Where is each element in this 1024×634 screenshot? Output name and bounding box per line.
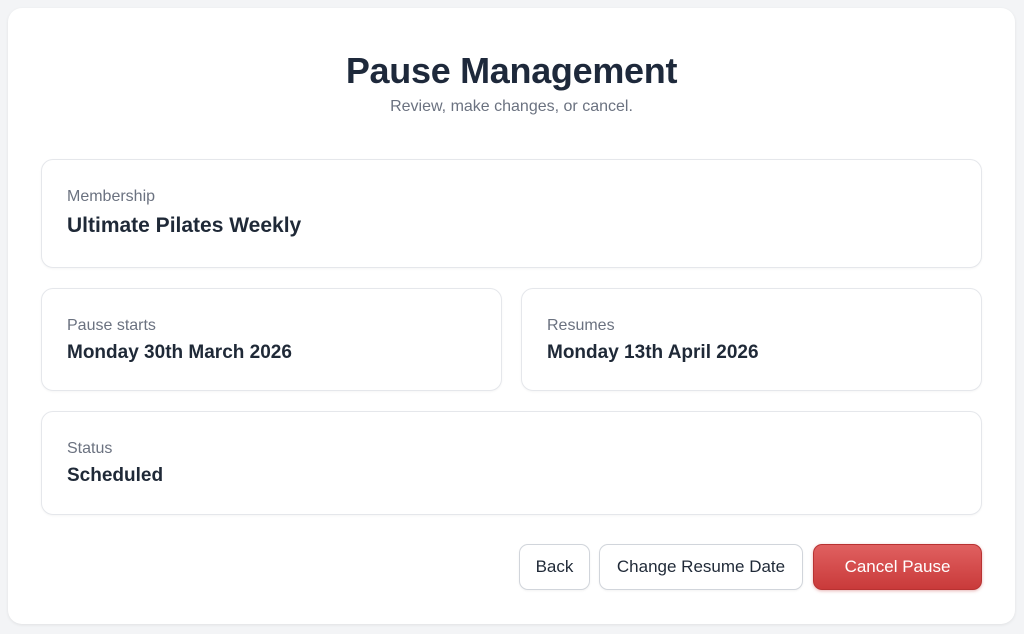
pause-management-card: Pause Management Review, make changes, o… bbox=[8, 8, 1015, 624]
resumes-label: Resumes bbox=[547, 317, 615, 334]
pause-start-panel: Pause starts Monday 30th March 2026 bbox=[41, 288, 502, 391]
resumes-panel: Resumes Monday 13th April 2026 bbox=[521, 288, 982, 391]
change-resume-date-button[interactable]: Change Resume Date bbox=[599, 544, 803, 590]
resumes-value: Monday 13th April 2026 bbox=[547, 342, 759, 363]
page-title: Pause Management bbox=[345, 50, 678, 91]
membership-label: Membership bbox=[67, 188, 156, 205]
status-value: Scheduled bbox=[67, 465, 164, 486]
membership-value: Ultimate Pilates Weekly bbox=[67, 214, 302, 237]
pause-start-label: Pause starts bbox=[67, 317, 156, 334]
cancel-pause-button[interactable]: Cancel Pause bbox=[813, 544, 982, 590]
status-label: Status bbox=[67, 440, 113, 457]
membership-panel: Membership Ultimate Pilates Weekly bbox=[41, 159, 982, 268]
back-button[interactable]: Back bbox=[519, 544, 590, 590]
status-panel: Status Scheduled bbox=[41, 411, 982, 515]
pause-start-value: Monday 30th March 2026 bbox=[67, 342, 292, 363]
page-subtitle: Review, make changes, or cancel. bbox=[390, 98, 633, 115]
